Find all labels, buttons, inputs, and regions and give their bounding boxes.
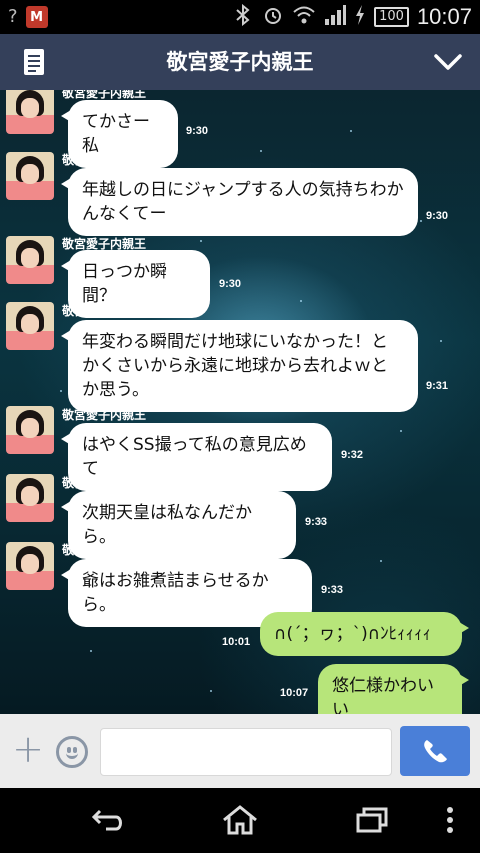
plus-icon: + (12, 727, 44, 771)
battery-icon: 100 (374, 7, 409, 27)
message-text: 年変わる瞬間だけ地球にいなかった！とかくさいから永遠に地球から去れよｗとか思う。 (82, 332, 388, 400)
status-bar: ? M 100 10:07 (0, 0, 480, 34)
message-time: 9:30 (219, 278, 242, 290)
message-bubble[interactable]: 年変わる瞬間だけ地球にいなかった！とかくさいから永遠に地球から去れよｗとか思う。 (61, 320, 418, 412)
message-time: 9:32 (341, 449, 364, 461)
overflow-menu-button[interactable] (430, 802, 470, 838)
back-icon (91, 809, 122, 831)
message-time: 10:01 (222, 636, 251, 648)
emoji-button[interactable] (56, 736, 88, 768)
message-time: 9:30 (186, 125, 209, 137)
chat-title: 敬宮愛子内親王 (166, 50, 314, 74)
expand-button[interactable] (430, 46, 466, 78)
message-text: 年越しの日にジャンプする人の気持ちわかんなくてー (82, 180, 404, 224)
chat-area[interactable]: 敬宮愛子内親王 てかさー私 9:30 敬宮愛子内親王 年越しの日にジャンプする人… (0, 90, 480, 714)
avatar[interactable] (6, 90, 54, 134)
message-text: 爺はお雑煮詰まらせるから。 (82, 571, 269, 615)
call-button[interactable] (400, 726, 470, 776)
charging-icon (354, 4, 366, 30)
phone-icon (424, 740, 447, 763)
emoji-icon (66, 752, 78, 759)
clock-time: 10:07 (416, 4, 472, 29)
attach-button[interactable]: + (12, 730, 44, 768)
message-time: 9:33 (321, 584, 344, 596)
my-message-bubble[interactable]: ∩(´；ヮ；`)∩ﾝﾋｨｨｨｨ (260, 612, 469, 656)
avatar[interactable] (6, 542, 54, 590)
home-icon (223, 805, 257, 835)
alarm-icon (262, 4, 284, 30)
avatar[interactable] (6, 474, 54, 522)
mcafee-icon: M (25, 6, 48, 28)
message-time: 9:33 (305, 516, 328, 528)
avatar[interactable] (6, 236, 54, 284)
message-text: 日っつか瞬間？ (82, 262, 167, 306)
sender-name: 敬宮愛子内親王 (62, 153, 147, 167)
message-input[interactable] (100, 728, 392, 776)
sender-name: 敬宮愛子内親王 (62, 476, 147, 490)
bluetooth-off-icon (232, 3, 254, 30)
message-text: ∩(´；ヮ；`)∩ﾝﾋｨｨｨｨ (274, 624, 432, 644)
avatar[interactable] (6, 152, 54, 200)
signal-unknown-icon: ? (8, 6, 18, 27)
signal-bars-icon (324, 4, 347, 30)
message-time: 10:07 (280, 687, 309, 699)
avatar[interactable] (6, 406, 54, 454)
avatar[interactable] (6, 302, 54, 350)
sender-name: 敬宮愛子内親王 (62, 304, 147, 318)
chat-header: 敬宮愛子内親王 (0, 34, 480, 90)
message-time: 9:31 (426, 380, 449, 392)
input-bar: + (0, 714, 480, 788)
message-text: てかさー私 (82, 112, 150, 156)
home-button[interactable] (216, 802, 264, 838)
message-text: 悠仁様かわいい (332, 676, 434, 714)
message-time: 9:30 (426, 210, 449, 222)
message-text: はやくSS撮って私の意見広めて (82, 435, 307, 479)
message-bubble[interactable]: 年越しの日にジャンプする人の気持ちわかんなくてー (61, 168, 418, 236)
wifi-icon (292, 4, 316, 30)
back-button[interactable] (84, 802, 132, 838)
sender-name: 敬宮愛子内親王 (62, 408, 147, 422)
sender-name: 敬宮愛子内親王 (62, 543, 147, 557)
overflow-menu-icon (447, 807, 453, 833)
recent-apps-button[interactable] (348, 802, 396, 838)
recent-apps-icon (356, 807, 388, 833)
my-message-bubble[interactable]: 悠仁様かわいい (318, 664, 469, 714)
chevron-down-icon (434, 54, 462, 70)
navigation-bar (0, 788, 480, 853)
